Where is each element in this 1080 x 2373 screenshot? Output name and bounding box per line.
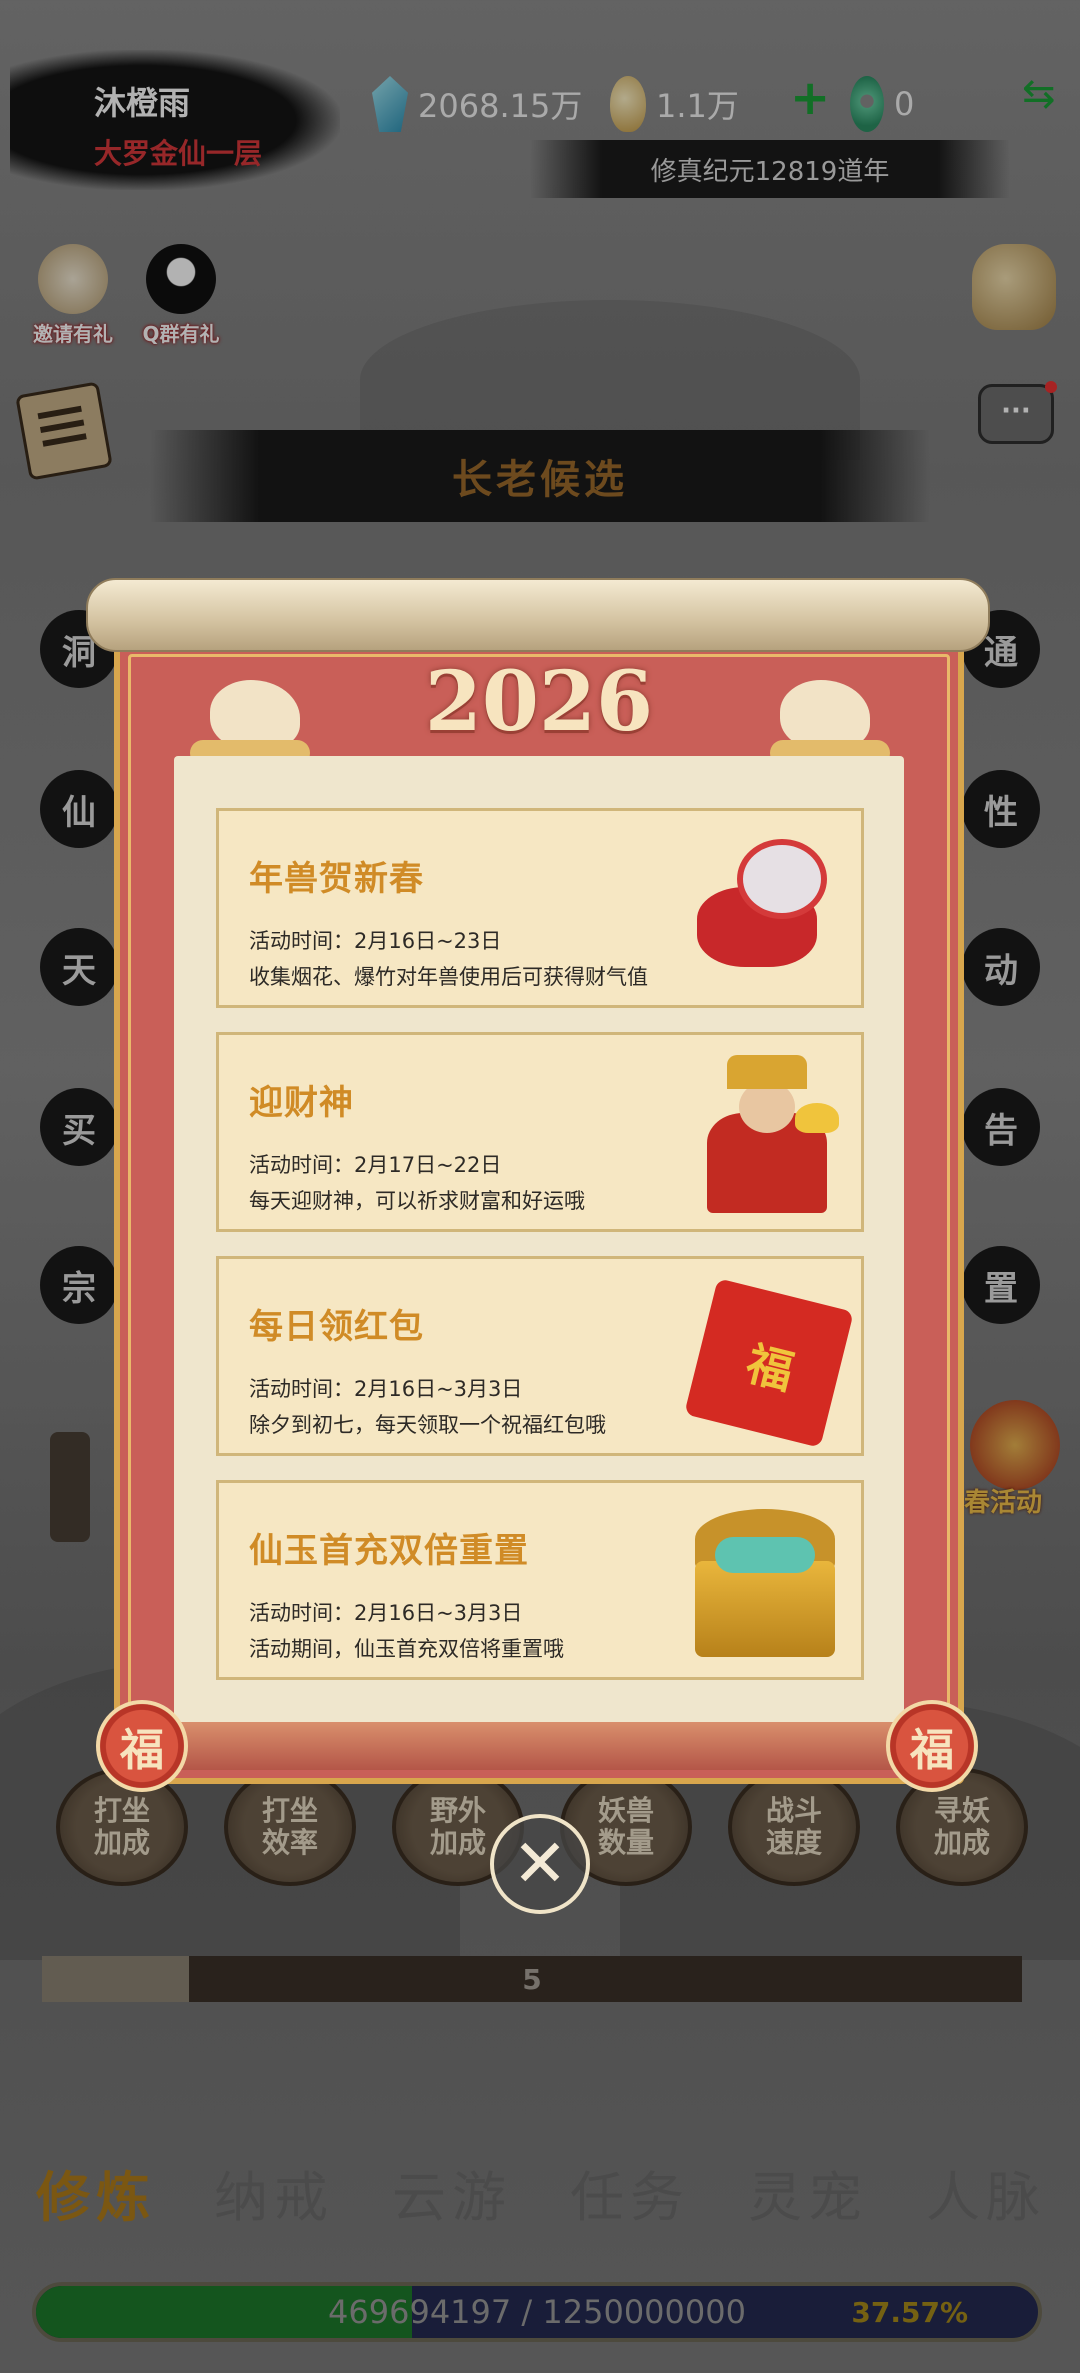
- event-card-first-recharge[interactable]: 仙玉首充双倍重置 活动时间：2月16日~3月3日 活动期间，仙玉首充双倍将重置哦: [216, 1480, 864, 1680]
- event-card-red-envelope[interactable]: 每日领红包 活动时间：2月16日~3月3日 除夕到初七，每天领取一个祝福红包哦 …: [216, 1256, 864, 1456]
- red-envelope-icon: 福: [677, 1275, 854, 1448]
- event-time: 活动时间：2月16日~3月3日: [249, 1601, 523, 1625]
- scroll-bottom-trim: [132, 1722, 946, 1770]
- event-title: 每日领红包: [249, 1307, 424, 1347]
- event-time: 活动时间：2月16日~3月3日: [249, 1377, 523, 1401]
- event-desc: 每天迎财神，可以祈求财富和好运哦: [249, 1189, 585, 1213]
- event-card-god-of-wealth[interactable]: 迎财神 活动时间：2月17日~22日 每天迎财神，可以祈求财富和好运哦: [216, 1032, 864, 1232]
- event-card-nian-beast[interactable]: 年兽贺新春 活动时间：2月16日~23日 收集烟花、爆竹对年兽使用后可获得财气值: [216, 808, 864, 1008]
- event-time: 活动时间：2月17日~22日: [249, 1153, 502, 1177]
- scroll-top-roller: [86, 578, 990, 652]
- event-desc: 收集烟花、爆竹对年兽使用后可获得财气值: [249, 965, 648, 989]
- fu-seal-left-icon: 福: [96, 1700, 188, 1792]
- event-desc: 活动期间，仙玉首充双倍将重置哦: [249, 1637, 564, 1661]
- event-title: 年兽贺新春: [249, 859, 424, 899]
- event-title: 迎财神: [249, 1083, 354, 1123]
- god-of-wealth-icon: [677, 1051, 847, 1217]
- event-title: 仙玉首充双倍重置: [249, 1531, 529, 1571]
- close-icon: ✕: [512, 1825, 568, 1902]
- close-modal-button[interactable]: ✕: [490, 1814, 590, 1914]
- treasure-chest-icon: [677, 1499, 847, 1665]
- event-desc: 除夕到初七，每天领取一个祝福红包哦: [249, 1413, 606, 1437]
- nian-beast-icon: [677, 827, 847, 993]
- fu-seal-right-icon: 福: [886, 1700, 978, 1792]
- event-time: 活动时间：2月16日~23日: [249, 929, 502, 953]
- year-title: 2026: [424, 654, 654, 750]
